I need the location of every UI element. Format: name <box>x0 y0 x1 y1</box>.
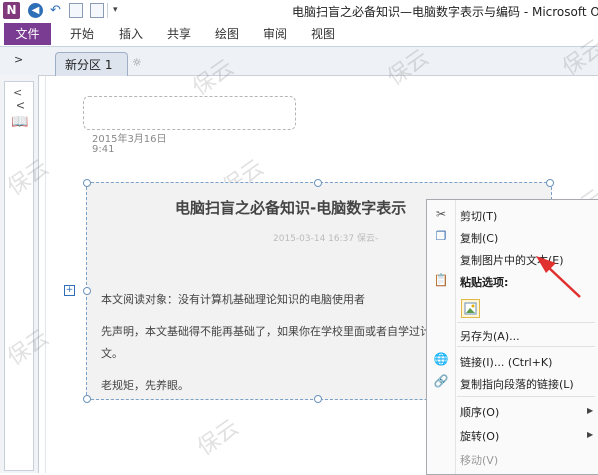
create-new-section-icon[interactable]: ☼ <box>132 56 142 69</box>
resize-handle[interactable] <box>83 287 91 295</box>
tab-review[interactable]: 审阅 <box>263 23 287 45</box>
picture-icon <box>464 302 477 315</box>
menu-paste-options-label: 粘贴选项: <box>460 276 509 289</box>
undo-icon[interactable]: ↶ <box>50 3 64 18</box>
clipboard-icon: 📋 <box>433 273 449 287</box>
back-icon[interactable]: ◀ <box>28 3 43 18</box>
scissors-icon: ✂ <box>435 207 447 221</box>
page-title-box[interactable] <box>83 96 296 130</box>
section-tabs-bar: > 新分区 1 ☼ <box>0 47 598 76</box>
menu-item-order[interactable]: 顺序(O) <box>460 404 499 420</box>
menu-separator <box>457 322 595 323</box>
picture-text-line: 本文阅读对象：没有计算机基础理论知识的电脑使用者 <box>101 293 365 306</box>
ribbon-tabs: 文件 开始 插入 共享 绘图 审阅 视图 <box>0 22 598 47</box>
resize-handle[interactable] <box>83 395 91 403</box>
resize-handle[interactable] <box>314 395 322 403</box>
page-time: 9:41 <box>92 144 115 155</box>
picture-title-text: 电脑扫盲之必备知识-电脑数字表示 <box>175 199 407 217</box>
expand-navigation-icon[interactable]: > <box>14 53 28 66</box>
file-tab[interactable]: 文件 <box>4 23 51 45</box>
customize-qat-icon[interactable]: ▾ <box>113 3 123 18</box>
context-menu: ✂ 剪切(T) ❐ 复制(C) 复制图片中的文本(E) 📋 粘贴选项: 另存为(… <box>426 199 598 475</box>
paste-picture-button[interactable] <box>461 299 480 318</box>
menu-separator <box>457 396 595 397</box>
menu-icon-gutter <box>455 200 456 474</box>
menu-item-move: 移动(V) <box>460 454 499 467</box>
page-date: 2015年3月16日 <box>92 134 167 145</box>
chevron-left-icon[interactable]: < <box>13 86 22 99</box>
menu-separator <box>457 346 595 347</box>
section-tab-new-section-1[interactable]: 新分区 1 <box>55 52 128 76</box>
submenu-arrow-icon: ▶ <box>587 430 594 439</box>
notebook-navigation-pane: < V 📖 <box>0 75 39 473</box>
menu-item-cut[interactable]: 剪切(T) <box>460 208 497 224</box>
menu-item-copy-link-to-paragraph[interactable]: 复制指向段落的链接(L) <box>460 376 574 392</box>
outline-expand-icon[interactable]: + <box>64 285 75 296</box>
menu-item-save-as[interactable]: 另存为(A)... <box>460 328 520 344</box>
picture-meta-text: 2015-03-14 16:37 保云- <box>273 234 379 244</box>
title-bar: N ◀ ↶ ▾ 电脑扫盲之必备知识—电脑数字表示与编码 - Microsoft … <box>0 0 598 22</box>
notebook-icon[interactable]: 📖 <box>11 114 28 130</box>
resize-handle[interactable] <box>314 179 322 187</box>
tab-draw[interactable]: 绘图 <box>215 23 239 45</box>
picture-text-line: 文。 <box>101 347 123 360</box>
menu-item-link[interactable]: 链接(I)... (Ctrl+K) <box>460 354 552 370</box>
dock-to-desktop-icon[interactable] <box>69 3 83 18</box>
menu-item-rotate[interactable]: 旋转(O) <box>460 428 499 444</box>
full-page-view-icon[interactable] <box>90 3 104 18</box>
collapsed-notebook-label: V <box>14 102 25 109</box>
picture-text-line: 先声明，本文基础得不能再基础了，如果你在学校里面或者自学过计 <box>101 325 431 338</box>
paragraph-link-icon: 🔗 <box>433 374 449 388</box>
resize-handle[interactable] <box>546 179 554 187</box>
submenu-arrow-icon: ▶ <box>587 406 594 415</box>
link-icon: 🌐 <box>433 352 449 366</box>
resize-handle[interactable] <box>83 179 91 187</box>
copy-icon: ❐ <box>435 229 447 243</box>
menu-item-copy-text-from-picture[interactable]: 复制图片中的文本(E) <box>460 252 564 268</box>
tab-insert[interactable]: 插入 <box>119 23 143 45</box>
notebook-pane-inner: < V 📖 <box>4 81 34 471</box>
tab-home[interactable]: 开始 <box>70 23 94 45</box>
window-title: 电脑扫盲之必备知识—电脑数字表示与编码 - Microsoft One <box>292 5 598 19</box>
tab-view[interactable]: 视图 <box>311 23 335 45</box>
page-margin-line <box>45 76 46 473</box>
section-tab-label: 新分区 1 <box>65 58 113 72</box>
onenote-logo-icon[interactable]: N <box>3 2 20 19</box>
menu-item-copy[interactable]: 复制(C) <box>460 230 498 246</box>
qat-separator <box>107 3 108 18</box>
tab-share[interactable]: 共享 <box>167 23 191 45</box>
picture-text-line: 老规矩，先养眼。 <box>101 379 189 392</box>
